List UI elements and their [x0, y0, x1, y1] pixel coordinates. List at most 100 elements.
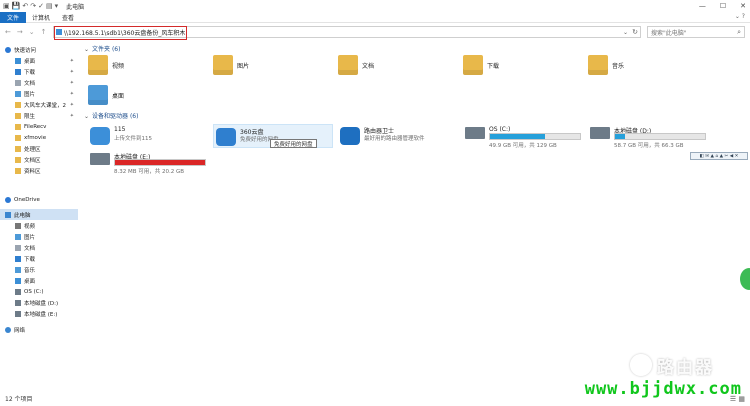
forward-button[interactable]: →	[17, 28, 23, 36]
undo-icon[interactable]: ↶	[22, 2, 28, 10]
recent-locations-button[interactable]: ⌄	[29, 28, 35, 36]
search-icon[interactable]: ⌕	[737, 28, 741, 37]
sidebar-item-label: 音乐	[24, 267, 36, 274]
disk-free-space: 49.9 GB 可用，共 129 GB	[489, 143, 557, 149]
sidebar-item[interactable]: 快速访问	[0, 44, 78, 55]
address-dropdown-button[interactable]: ⌄	[623, 29, 628, 36]
floating-toolbar[interactable]: ◧ ✉ ▲ ⌂ ▲ ✂ ◀ ✕	[690, 152, 748, 160]
picture-folder-icon	[213, 55, 233, 75]
desktop-icon	[15, 277, 21, 284]
folder-item[interactable]: 桌面	[88, 85, 124, 105]
desktop-icon	[15, 57, 21, 64]
tab-computer[interactable]: 计算机	[26, 13, 56, 22]
folder-item[interactable]: 视频	[88, 55, 124, 75]
sidebar-item[interactable]: 文档 ✦	[0, 77, 78, 88]
sidebar-item[interactable]: 桌面 ✦	[0, 55, 78, 66]
search-box[interactable]: 搜索"此电脑" ⌕	[647, 26, 745, 38]
sidebar-item[interactable]: 本地磁盘 (D:)	[0, 297, 78, 308]
checkmark-icon[interactable]: ✓	[38, 2, 44, 10]
watermark-url: www.bjjdwx.com	[584, 379, 742, 399]
up-button[interactable]: ↑	[41, 28, 47, 36]
tab-file[interactable]: 文件	[0, 11, 27, 23]
watermark-logo: 路由器	[630, 350, 742, 380]
title-bar: ▣ 💾 ↶ ↷ ✓ ▤ ▾ 此电脑 — ☐ ✕	[0, 0, 750, 12]
devices-section-header[interactable]: ⌄ 设备和驱动器 (6)	[84, 111, 138, 120]
sidebar-item-label: 文档	[24, 80, 36, 87]
folder-item[interactable]: 文档	[338, 55, 374, 75]
download-folder-icon	[463, 55, 483, 75]
sidebar-item[interactable]: 图片 ✦	[0, 88, 78, 99]
content-area: ⌄ 文件夹 (6) ⌄ 设备和驱动器 (6) 视频 图片 文档 下载 音乐 桌面 115 上传文件…	[80, 41, 750, 390]
video-folder-icon	[88, 55, 108, 75]
folder-item[interactable]: 下载	[463, 55, 499, 75]
sidebar-item-label: 图片	[24, 91, 36, 98]
sidebar-item[interactable]: 下载	[0, 253, 78, 264]
folders-section-header[interactable]: ⌄ 文件夹 (6)	[84, 44, 120, 53]
sidebar-item-label: 网络	[14, 327, 26, 334]
back-button[interactable]: ←	[5, 28, 11, 36]
search-input[interactable]: 搜索"此电脑"	[648, 28, 687, 37]
device-item[interactable]: 本地磁盘 (E:) 8.32 MB 可用，共 20.2 GB	[88, 150, 208, 175]
drive-icon	[590, 127, 610, 139]
close-button[interactable]: ✕	[740, 2, 746, 10]
sidebar-item[interactable]: OS (C:)	[0, 286, 78, 297]
drive-icon	[90, 153, 110, 165]
star-icon	[5, 46, 11, 53]
folder-label: 图片	[237, 62, 250, 70]
sidebar-item[interactable]: 下载 ✦	[0, 66, 78, 77]
device-name: OS (C:)	[489, 126, 511, 133]
save-icon[interactable]: 💾	[12, 2, 21, 10]
refresh-button[interactable]: ↻	[632, 28, 638, 36]
sidebar-item[interactable]: 音乐	[0, 264, 78, 275]
sidebar-item[interactable]: 限生 ✦	[0, 110, 78, 121]
sidebar-item[interactable]: 文档区	[0, 154, 78, 165]
ribbon-help-controls[interactable]: ⌄ ?	[735, 13, 745, 20]
sidebar-item[interactable]: 本地磁盘 (E:)	[0, 308, 78, 319]
device-description: 上传文件到115	[114, 136, 152, 142]
customize-icon[interactable]: ▾	[55, 2, 59, 10]
folder-new-icon[interactable]: ▤	[46, 2, 53, 10]
sidebar-item[interactable]: xfmovie	[0, 132, 78, 143]
sidebar-item[interactable]: 处理区	[0, 143, 78, 154]
sidebar-item[interactable]: 资料区	[0, 165, 78, 176]
sidebar-item-label: 下载	[24, 256, 36, 263]
music-icon	[15, 266, 21, 273]
music-folder-icon	[588, 55, 608, 75]
sidebar-item[interactable]: 视频	[0, 220, 78, 231]
folder-item[interactable]: 图片	[213, 55, 249, 75]
drive-icon	[15, 288, 21, 295]
disk-usage-bar	[489, 133, 581, 140]
device-description: 最好用的路由器管理软件	[364, 136, 425, 142]
maximize-button[interactable]: ☐	[720, 2, 726, 10]
disk-usage-fill	[490, 134, 546, 139]
sidebar-item[interactable]: 网络	[0, 324, 78, 335]
minimize-button[interactable]: —	[699, 2, 706, 10]
disk-usage-fill	[615, 134, 626, 139]
sidebar-item[interactable]: 桌面	[0, 275, 78, 286]
tab-view[interactable]: 查看	[56, 13, 80, 22]
folder-icon	[15, 123, 21, 130]
folder-icon[interactable]: ▣	[3, 2, 10, 10]
sidebar-item[interactable]: 大风车大课堂，2 ✦	[0, 99, 78, 110]
drive-icon	[465, 127, 485, 139]
chevron-down-icon: ⌄	[84, 113, 90, 120]
sidebar-item[interactable]: 文档	[0, 242, 78, 253]
device-item[interactable]: OS (C:) 49.9 GB 可用，共 129 GB	[463, 124, 583, 149]
sidebar-item[interactable]: 此电脑	[0, 209, 78, 220]
navigation-pane: 快速访问 桌面 ✦ 下载 ✦ 文档 ✦ 图片 ✦ 大风车大课堂，2 ✦ 限生 ✦ FileRecv xfmo…	[0, 44, 78, 390]
sidebar-item[interactable]: 图片	[0, 231, 78, 242]
device-item[interactable]: 本地磁盘 (D:) 58.7 GB 可用，共 66.3 GB	[588, 124, 708, 149]
sidebar-item[interactable]: OneDrive	[0, 194, 78, 205]
device-item[interactable]: 路由器卫士 最好用的路由器管理软件	[338, 124, 458, 148]
redo-icon[interactable]: ↷	[30, 2, 36, 10]
sidebar-item-label: 限生	[24, 113, 36, 120]
disk-free-space: 58.7 GB 可用，共 66.3 GB	[614, 143, 684, 149]
folders-section-title: 文件夹 (6)	[92, 46, 121, 53]
chevron-down-icon: ⌄	[84, 46, 90, 53]
device-item[interactable]: 115 上传文件到115	[88, 124, 208, 148]
picture-icon	[15, 233, 21, 240]
address-bar[interactable]: \\192.168.5.1\sdb1\360云盘备份_风车积木 ⌄ ↻	[53, 26, 641, 40]
folder-item[interactable]: 音乐	[588, 55, 624, 75]
cloud-360-icon	[216, 128, 236, 146]
sidebar-item[interactable]: FileRecv	[0, 121, 78, 132]
